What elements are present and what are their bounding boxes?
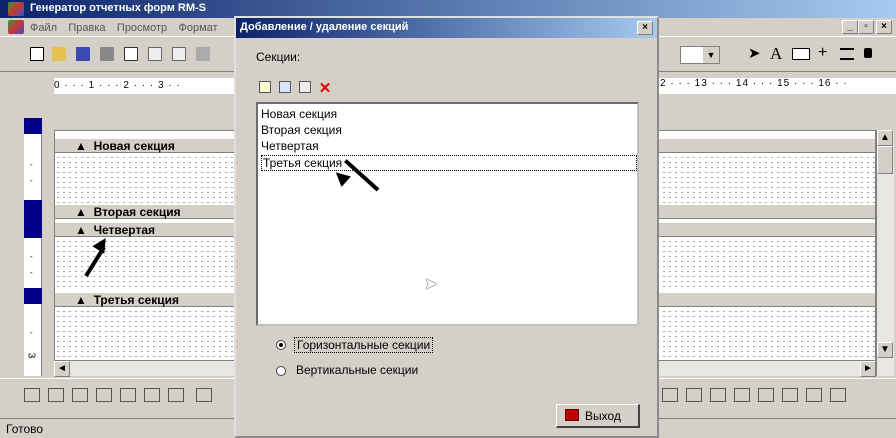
chevron-down-icon[interactable]: ▼ <box>703 47 719 63</box>
field-tool-icon[interactable] <box>792 48 810 60</box>
app-icon <box>8 2 24 16</box>
menu-file[interactable]: Файл <box>30 22 57 34</box>
delete-icon[interactable]: ✕ <box>316 80 334 98</box>
band-label: Третья секция <box>93 293 179 307</box>
sections-label: Секции: <box>256 50 301 64</box>
child-minimize-button[interactable]: _ <box>842 20 858 34</box>
ruler-left-text: 0 · · · 1 · · · 2 · · · 3 · · <box>54 80 181 91</box>
list-item[interactable]: Вторая секция <box>261 123 342 137</box>
ruler-right-text: 2 · · · 13 · · · 14 · · · 15 · · · 16 · … <box>660 78 848 89</box>
radio-horizontal[interactable] <box>276 340 286 350</box>
space-equal-icon[interactable] <box>168 388 184 402</box>
preview-icon[interactable] <box>124 47 138 61</box>
doc-icon[interactable] <box>148 47 162 61</box>
radio-vertical[interactable] <box>276 366 286 376</box>
lock-icon[interactable] <box>864 48 872 58</box>
save-icon[interactable] <box>76 47 90 61</box>
list-item[interactable]: Четвертая <box>261 139 319 153</box>
print-icon[interactable] <box>100 47 114 61</box>
font-select-dropdown[interactable]: ▼ <box>680 46 720 64</box>
menu-view[interactable]: Просмотр <box>117 22 167 34</box>
align-bottom-icon[interactable] <box>96 388 112 402</box>
band-collapse-icon: ▲ <box>75 223 87 237</box>
text-tool-icon[interactable]: A <box>770 44 782 64</box>
band-collapse-icon: ▲ <box>75 139 87 153</box>
border-7-icon[interactable] <box>806 388 822 402</box>
line-tool-icon[interactable]: + <box>818 44 827 62</box>
menu-items: Файл Правка Просмотр Формат <box>30 20 226 34</box>
vertical-scrollbar[interactable]: ▲ ▼ <box>876 130 894 376</box>
band-collapse-icon: ▲ <box>75 293 87 307</box>
open-folder-icon[interactable] <box>52 47 66 61</box>
border-8-icon[interactable] <box>830 388 846 402</box>
child-close-button[interactable]: × <box>876 20 892 34</box>
space-horizontal-icon[interactable] <box>144 388 160 402</box>
list-item[interactable]: Новая секция <box>261 107 337 121</box>
align-middle-icon[interactable] <box>120 388 136 402</box>
radio-vertical-label[interactable]: Вертикальные секции <box>296 363 418 377</box>
border-3-icon[interactable] <box>710 388 726 402</box>
band-tool-icon[interactable] <box>840 48 854 60</box>
pointer-tool-icon[interactable]: ➤ <box>748 44 768 64</box>
scroll-left-button[interactable]: ◄ <box>54 361 70 377</box>
band-label: Новая секция <box>93 139 175 153</box>
border-4-icon[interactable] <box>734 388 750 402</box>
sections-dialog: Добавление / удаление секций × Секции: ✕… <box>234 16 659 438</box>
align-center-icon[interactable] <box>48 388 64 402</box>
child-app-icon <box>8 20 24 34</box>
menu-format[interactable]: Формат <box>179 22 218 34</box>
radio-horizontal-label[interactable]: Горизонтальные секции <box>294 337 434 353</box>
exit-icon <box>565 409 579 421</box>
scroll-up-button[interactable]: ▲ <box>877 130 893 146</box>
border-2-icon[interactable] <box>686 388 702 402</box>
size-equal-icon[interactable] <box>196 388 212 402</box>
new-file-icon[interactable] <box>30 47 44 61</box>
dialog-title: Добавление / удаление секций <box>240 21 409 33</box>
border-6-icon[interactable] <box>782 388 798 402</box>
copy-section-icon[interactable] <box>276 80 294 98</box>
vertical-ruler: - - - - - 3 <box>24 118 42 376</box>
scroll-down-button[interactable]: ▼ <box>877 342 893 358</box>
status-text: Готово <box>6 422 44 436</box>
align-left-icon[interactable] <box>24 388 40 402</box>
main-window-title: Генератор отчетных форм RM-S <box>30 2 206 14</box>
exit-button[interactable]: Выход <box>556 404 640 428</box>
exit-label: Выход <box>585 409 621 423</box>
mouse-cursor-icon: ➤ <box>424 276 438 293</box>
band-label: Вторая секция <box>93 205 181 219</box>
new-section-icon[interactable] <box>256 80 274 98</box>
border-1-icon[interactable] <box>662 388 678 402</box>
border-5-icon[interactable] <box>758 388 774 402</box>
doc2-icon[interactable] <box>172 47 186 61</box>
scroll-right-button[interactable]: ► <box>860 361 876 377</box>
brush-icon[interactable] <box>196 47 210 61</box>
child-restore-button[interactable]: ▫ <box>858 20 874 34</box>
sections-list[interactable]: Новая секция Вторая секция Четвертая Тре… <box>256 102 639 326</box>
band-label: Четвертая <box>93 223 156 237</box>
menu-edit[interactable]: Правка <box>68 22 105 34</box>
dialog-close-button[interactable]: × <box>637 21 653 35</box>
scroll-thumb[interactable] <box>877 146 893 174</box>
properties-icon[interactable] <box>296 80 314 98</box>
band-collapse-icon: ▲ <box>75 205 87 219</box>
dialog-titlebar: Добавление / удаление секций × <box>236 18 657 38</box>
list-item-selected[interactable]: Третья секция <box>261 155 637 171</box>
align-top-icon[interactable] <box>72 388 88 402</box>
